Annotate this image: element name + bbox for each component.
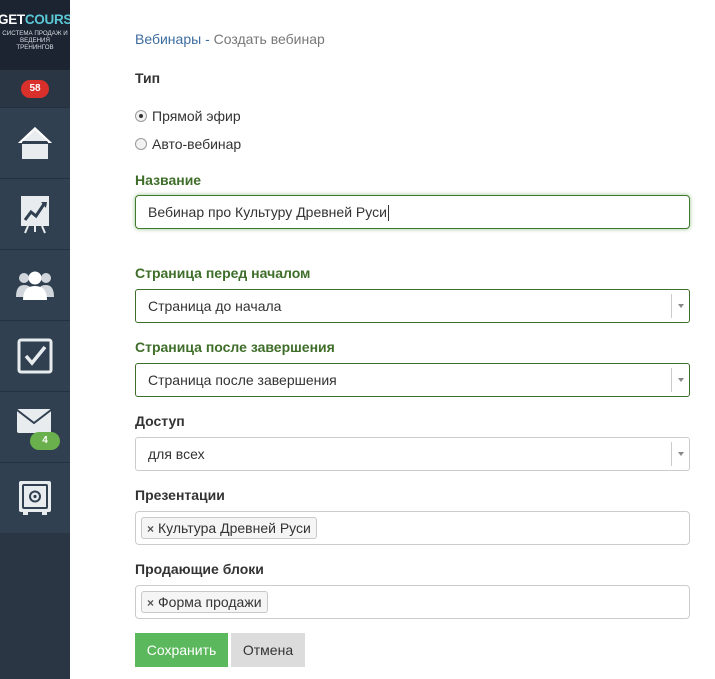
sidebar-item-reports[interactable]	[0, 179, 70, 250]
breadcrumb-current: Создать вебинар	[213, 31, 325, 47]
radio-live-label[interactable]: Прямой эфир	[152, 108, 241, 124]
chevron-down-icon[interactable]	[671, 442, 689, 466]
sidebar-item-home[interactable]	[0, 108, 70, 179]
chevron-down-icon[interactable]	[671, 368, 689, 392]
remove-tag-icon[interactable]: ×	[147, 596, 154, 610]
logo-text: GETCOURSE	[0, 12, 70, 27]
before-page-value: Страница до начала	[148, 298, 282, 314]
access-value: для всех	[148, 446, 205, 462]
safe-icon	[19, 481, 51, 515]
messages-badge: 4	[30, 432, 60, 450]
type-label: Тип	[135, 70, 161, 86]
presentations-label: Презентации	[135, 487, 225, 503]
after-page-value: Страница после завершения	[148, 372, 337, 388]
selling-blocks-label: Продающие блоки	[135, 561, 264, 577]
radio-live-indicator[interactable]	[135, 110, 147, 122]
selling-blocks-input[interactable]: × Форма продажи	[135, 585, 690, 619]
sidebar-item-safe[interactable]	[0, 463, 70, 534]
sidebar-item-messages[interactable]: 4	[0, 392, 70, 463]
logo-tagline: СИСТЕМА ПРОДАЖ И ВЕДЕНИЯ ТРЕНИНГОВ	[2, 30, 68, 52]
presentation-tag-label: Культура Древней Руси	[158, 520, 311, 536]
envelope-icon	[16, 409, 52, 433]
radio-live[interactable]: Прямой эфир	[135, 108, 241, 124]
breadcrumb-separator: -	[205, 31, 210, 47]
presentation-tag: × Культура Древней Руси	[141, 517, 317, 539]
name-input[interactable]: Вебинар про Культуру Древней Руси	[135, 195, 690, 229]
chevron-down-icon[interactable]	[671, 294, 689, 318]
text-cursor	[387, 205, 389, 222]
access-select[interactable]: для всех	[135, 437, 690, 471]
chart-board-icon	[21, 196, 49, 234]
before-page-label: Страница перед началом	[135, 265, 311, 281]
sidebar-item-users[interactable]	[0, 250, 70, 321]
home-icon	[18, 127, 52, 159]
remove-tag-icon[interactable]: ×	[147, 522, 154, 536]
access-label: Доступ	[135, 413, 185, 429]
sidebar-item-tasks[interactable]	[0, 321, 70, 392]
notifications-row[interactable]: 58	[0, 70, 70, 108]
selling-block-tag: × Форма продажи	[141, 591, 268, 613]
cancel-button[interactable]: Отмена	[231, 633, 305, 667]
checkbox-icon	[17, 338, 53, 374]
breadcrumb: Вебинары - Создать вебинар	[135, 31, 325, 47]
after-page-label: Страница после завершения	[135, 339, 335, 355]
name-label: Название	[135, 172, 202, 188]
save-button[interactable]: Сохранить	[135, 633, 228, 667]
users-icon	[16, 271, 54, 300]
radio-auto[interactable]: Авто-вебинар	[135, 136, 241, 152]
breadcrumb-link-webinars[interactable]: Вебинары	[135, 31, 201, 47]
radio-auto-label[interactable]: Авто-вебинар	[152, 136, 241, 152]
name-input-value: Вебинар про Культуру Древней Руси	[148, 204, 387, 220]
selling-block-tag-label: Форма продажи	[158, 594, 262, 610]
notifications-badge[interactable]: 58	[21, 80, 49, 98]
logo[interactable]: GETCOURSE СИСТЕМА ПРОДАЖ И ВЕДЕНИЯ ТРЕНИ…	[0, 0, 70, 70]
after-page-select[interactable]: Страница после завершения	[135, 363, 690, 397]
radio-auto-indicator[interactable]	[135, 138, 147, 150]
sidebar-empty	[0, 533, 70, 679]
sidebar: GETCOURSE СИСТЕМА ПРОДАЖ И ВЕДЕНИЯ ТРЕНИ…	[0, 0, 70, 679]
presentations-input[interactable]: × Культура Древней Руси	[135, 511, 690, 545]
before-page-select[interactable]: Страница до начала	[135, 289, 690, 323]
